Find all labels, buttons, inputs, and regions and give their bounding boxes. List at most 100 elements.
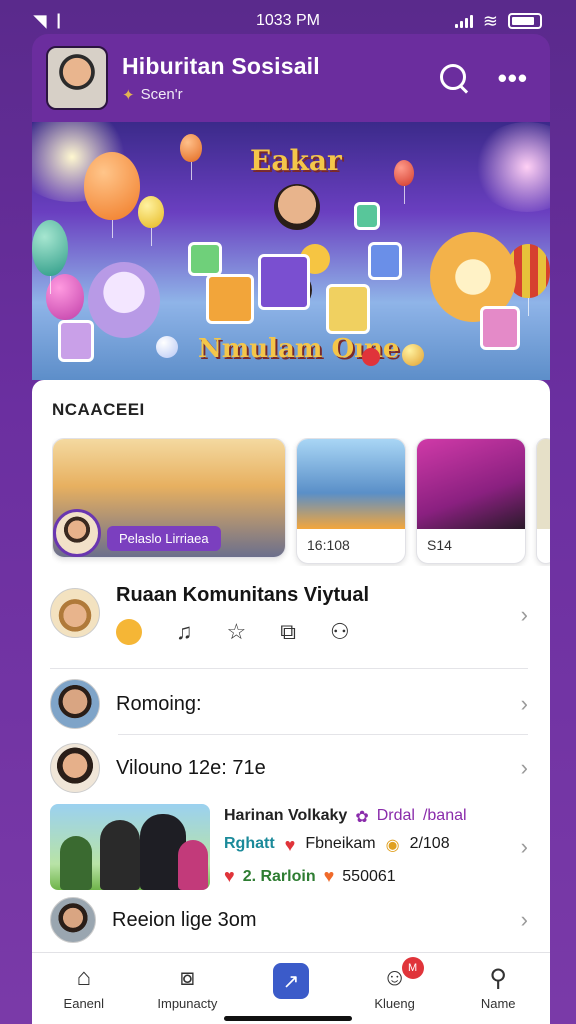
promo-figure bbox=[60, 836, 92, 890]
heart-icon[interactable]: ♥ bbox=[224, 866, 235, 887]
row-body: Vilouno 12e: 71e bbox=[116, 757, 521, 780]
balloon-orange-small bbox=[180, 134, 202, 180]
person-icon[interactable]: ⚇ bbox=[330, 619, 350, 645]
home-indicator bbox=[224, 1016, 352, 1021]
photo-tile bbox=[58, 320, 94, 362]
star-icon: ✦ bbox=[122, 86, 135, 104]
carousel-card-featured[interactable]: Pelaslo Lirriaea bbox=[52, 438, 286, 558]
row-avatar[interactable] bbox=[50, 897, 96, 943]
row-body: Reeion lige 3om bbox=[112, 909, 521, 932]
user-icon: ⚲ bbox=[489, 964, 507, 992]
carousel-card[interactable]: S14 bbox=[416, 438, 526, 564]
broken-heart-icon: ♥ bbox=[284, 835, 296, 855]
promo-figure bbox=[100, 820, 140, 890]
chevron-right-icon[interactable]: › bbox=[521, 602, 528, 628]
bubble-decoration bbox=[156, 336, 178, 358]
nav-item-messages[interactable]: ☺ M Klueng bbox=[350, 957, 440, 1011]
header-actions: ••• bbox=[439, 63, 528, 94]
header-subtitle-row: ✦ Scen'r bbox=[122, 86, 440, 104]
bubble-decoration bbox=[402, 344, 424, 366]
heart-icon[interactable]: ♥ bbox=[324, 866, 335, 887]
balloon-teal bbox=[32, 220, 68, 294]
promo-likes: 550061 bbox=[342, 867, 396, 885]
app-header: Hiburitan Sosisail ✦ Scen'r ••• bbox=[32, 34, 550, 122]
promo-author: 2. Rarloin bbox=[242, 867, 316, 885]
notification-badge: M bbox=[401, 957, 424, 979]
promo-line-1: Harinan Volkaky ✿ Drdal /banal bbox=[224, 807, 521, 827]
header-subtitle: Scen'r bbox=[140, 86, 183, 103]
nav-item-home[interactable]: ⌂ Eanenl bbox=[39, 963, 129, 1011]
star-outline-icon[interactable]: ☆ bbox=[227, 619, 247, 645]
coin-icon: ◉ bbox=[385, 837, 400, 854]
community-title: Ruaan Komunitans Viytual bbox=[116, 584, 370, 606]
list-row[interactable]: Romoing: › bbox=[32, 674, 550, 734]
photo-tile bbox=[354, 202, 380, 230]
promo-image[interactable] bbox=[50, 804, 210, 890]
list-row[interactable]: Reeion lige 3om › bbox=[32, 894, 550, 946]
home-icon: ⌂ bbox=[76, 964, 92, 991]
hero-banner[interactable]: Eakar Nmulam Oıne bbox=[32, 122, 550, 380]
promo-figure bbox=[178, 840, 208, 890]
chevron-right-icon[interactable]: › bbox=[521, 755, 528, 781]
chevron-right-icon[interactable]: › bbox=[521, 691, 528, 717]
promo-line-2: Rghatt ♥ Fbneikam ◉ 2/108 bbox=[224, 835, 521, 856]
carousel-card-partial[interactable] bbox=[536, 438, 550, 564]
flower-icon: ✿ bbox=[355, 809, 369, 826]
promo-location: Fbneikam bbox=[305, 835, 376, 852]
promo-line-3: ♥ 2. Rarloin ♥ 550061 bbox=[224, 866, 521, 887]
community-avatar[interactable] bbox=[50, 588, 100, 638]
banner-title-top: Eakar bbox=[250, 144, 342, 177]
chevron-right-icon[interactable]: › bbox=[521, 834, 528, 860]
promo-row[interactable]: Harinan Volkaky ✿ Drdal /banal Rghatt ♥ … bbox=[32, 802, 550, 892]
row-avatar[interactable] bbox=[50, 679, 100, 729]
create-icon[interactable]: ↗ bbox=[272, 963, 309, 999]
divider bbox=[50, 668, 528, 669]
more-options-icon[interactable]: ••• bbox=[498, 63, 528, 94]
photo-tile bbox=[326, 284, 370, 334]
photo-tile bbox=[480, 306, 520, 350]
carousel-thumbnail bbox=[537, 439, 550, 529]
balloon-yellow bbox=[138, 196, 164, 246]
battery-icon bbox=[508, 13, 542, 29]
creator-avatar[interactable] bbox=[53, 509, 101, 557]
spotlight-glow bbox=[472, 122, 550, 212]
page-title: Hiburitan Sosisail bbox=[122, 52, 320, 79]
community-body: Ruaan Komunitans Viytual ♫ ☆ ⧉ ⚇ bbox=[116, 584, 521, 645]
list-row[interactable]: Vilouno 12e: 71e › bbox=[32, 742, 550, 794]
promo-title: Harinan Volkaky bbox=[224, 807, 348, 824]
nav-item-profile[interactable]: ⚲ Name bbox=[453, 963, 543, 1012]
carousel-thumbnail bbox=[417, 439, 525, 529]
section-label: NCAACEEI bbox=[52, 400, 145, 419]
carousel-meta: 16:108 bbox=[307, 537, 350, 553]
chevron-right-icon[interactable]: › bbox=[521, 907, 528, 933]
photo-tile bbox=[188, 242, 222, 276]
controller-icon[interactable]: ⧉ bbox=[280, 619, 296, 645]
person-avatar-center bbox=[274, 184, 320, 230]
carousel-meta: S14 bbox=[427, 537, 452, 553]
promo-handle: Rghatt bbox=[224, 835, 275, 852]
promo-count: 2/108 bbox=[409, 835, 450, 852]
row-title: Romoing: bbox=[116, 692, 202, 715]
nav-item-create[interactable]: ↗ bbox=[246, 963, 336, 999]
photo-tile bbox=[206, 274, 254, 324]
carousel-card[interactable]: 16:108 bbox=[296, 438, 406, 564]
promo-body: Harinan Volkaky ✿ Drdal /banal Rghatt ♥ … bbox=[224, 807, 521, 887]
promo-tag-2: /banal bbox=[422, 807, 467, 824]
gesture-icon[interactable]: ♫ bbox=[176, 619, 193, 645]
media-carousel[interactable]: Pelaslo Lirriaea 16:108 S14 bbox=[52, 438, 550, 566]
row-title: Vilouno 12e: 71e bbox=[116, 756, 266, 779]
emoji-icon[interactable] bbox=[116, 619, 142, 645]
search-icon[interactable] bbox=[439, 64, 468, 92]
photo-tile bbox=[258, 254, 310, 310]
nav-item-community[interactable]: ⧇ Impunacty bbox=[142, 963, 232, 1011]
profile-avatar[interactable] bbox=[46, 46, 108, 110]
nav-label: Klueng bbox=[374, 996, 415, 1011]
carousel-thumbnail bbox=[297, 439, 405, 529]
nav-label: Eanenl bbox=[63, 996, 105, 1011]
nav-label: Impunacty bbox=[157, 996, 218, 1011]
content-panel: NCAACEEI Pelaslo Lirriaea 16:108 S14 Rua… bbox=[32, 380, 550, 952]
promo-tag: Drdal bbox=[376, 807, 415, 824]
row-avatar[interactable] bbox=[50, 743, 100, 793]
community-row[interactable]: Ruaan Komunitans Viytual ♫ ☆ ⧉ ⚇ › bbox=[32, 584, 550, 664]
status-time: 1033 PM bbox=[255, 12, 321, 29]
